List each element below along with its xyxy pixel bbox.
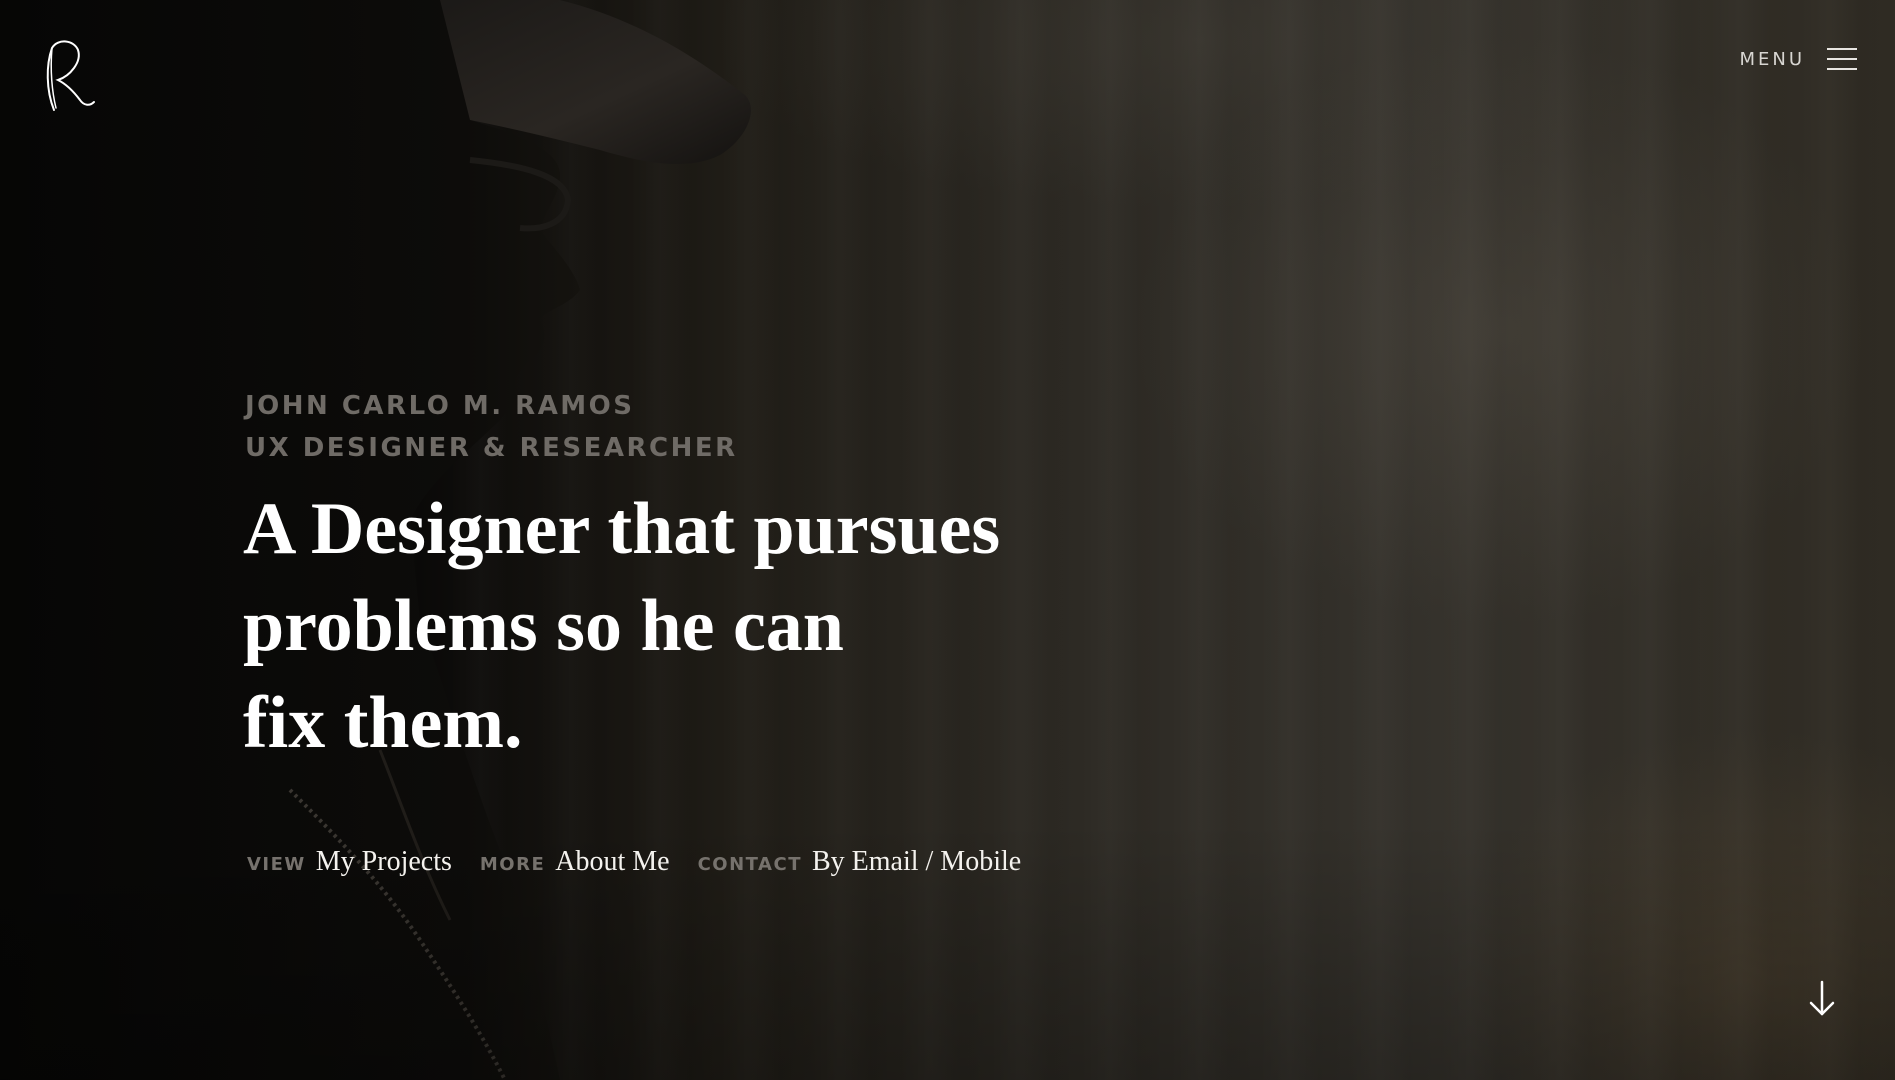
hero-links: VIEW My Projects MORE About Me CONTACT B… bbox=[247, 846, 1021, 878]
link-prefix: CONTACT bbox=[697, 854, 802, 875]
hero-section: MENU JOHN CARLO M. RAMOS UX DESIGNER & R… bbox=[0, 0, 1895, 1080]
link-label: About Me bbox=[555, 846, 670, 877]
link-prefix: MORE bbox=[479, 854, 546, 875]
headline-line: A Designer that pursues bbox=[243, 488, 1001, 570]
menu-button[interactable]: MENU bbox=[1739, 46, 1857, 72]
about-me-link[interactable]: MORE About Me bbox=[480, 846, 670, 878]
link-label: My Projects bbox=[315, 846, 452, 877]
author-role: UX DESIGNER & RESEARCHER bbox=[245, 433, 738, 463]
author-name: JOHN CARLO M. RAMOS bbox=[245, 391, 635, 421]
headline-line: fix them. bbox=[243, 682, 523, 764]
hamburger-icon bbox=[1827, 46, 1857, 72]
headline-line: problems so he can bbox=[243, 585, 844, 667]
link-prefix: VIEW bbox=[247, 854, 306, 875]
contact-link[interactable]: CONTACT By Email / Mobile bbox=[698, 846, 1022, 878]
link-label: By Email / Mobile bbox=[811, 846, 1022, 877]
view-projects-link[interactable]: VIEW My Projects bbox=[247, 846, 452, 878]
site-logo[interactable] bbox=[44, 40, 96, 112]
menu-label: MENU bbox=[1739, 48, 1805, 70]
headline: A Designer that pursues problems so he c… bbox=[243, 481, 1063, 772]
arrow-down-icon[interactable] bbox=[1807, 978, 1837, 1018]
intro-block: JOHN CARLO M. RAMOS UX DESIGNER & RESEAR… bbox=[243, 385, 1145, 772]
